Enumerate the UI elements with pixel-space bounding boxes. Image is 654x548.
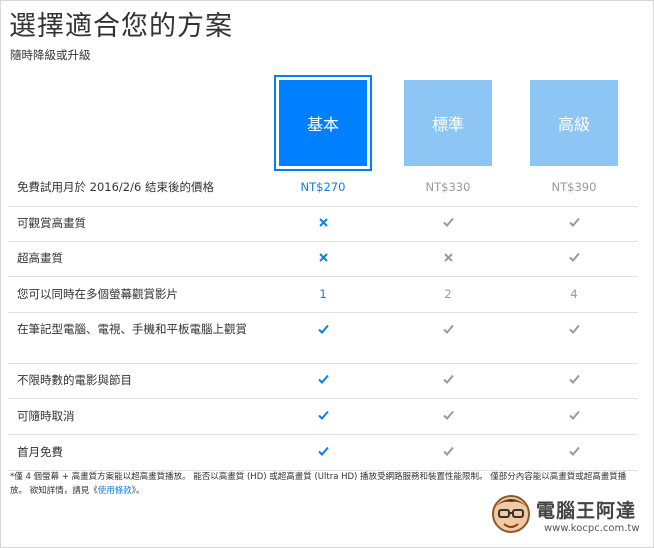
feature-row: 可隨時取消 bbox=[8, 399, 638, 435]
check-icon bbox=[530, 323, 618, 337]
price-row-label: 免費試用月於 2016/2/6 結束後的價格 bbox=[17, 180, 214, 194]
watermark-brand: 電腦王阿達 bbox=[536, 500, 637, 522]
check-icon bbox=[530, 409, 618, 423]
check-icon bbox=[279, 373, 367, 387]
check-icon bbox=[530, 445, 618, 459]
check-icon bbox=[530, 216, 618, 230]
price-row: 免費試用月於 2016/2/6 結束後的價格 NT$270 NT$330 NT$… bbox=[8, 170, 638, 207]
site-watermark: 電腦王阿達 www.kocpc.com.tw bbox=[488, 490, 648, 542]
check-icon bbox=[404, 445, 492, 459]
mascot-logo-icon bbox=[492, 495, 530, 533]
check-icon bbox=[404, 216, 492, 230]
check-icon bbox=[404, 409, 492, 423]
page-subtitle: 隨時降級或升級 bbox=[10, 48, 91, 62]
feature-label: 不限時數的電影與節目 bbox=[17, 373, 132, 387]
price-basic: NT$270 bbox=[300, 180, 346, 194]
check-icon bbox=[530, 373, 618, 387]
feature-label: 首月免費 bbox=[17, 444, 63, 459]
page-title: 選擇適合您的方案 bbox=[9, 11, 233, 42]
feature-label: 超高畫質 bbox=[17, 251, 63, 265]
plan-basic-card[interactable]: 基本 bbox=[274, 75, 372, 171]
check-icon bbox=[530, 251, 618, 265]
price-premium: NT$390 bbox=[551, 180, 597, 194]
feature-row: 首月免費 bbox=[8, 435, 638, 471]
check-icon bbox=[279, 323, 367, 337]
feature-row: 不限時數的電影與節目 bbox=[8, 364, 638, 399]
watermark-url: www.kocpc.com.tw bbox=[544, 523, 640, 534]
feature-row: 超高畫質 bbox=[8, 242, 638, 277]
plan-comparison-table: 免費試用月於 2016/2/6 結束後的價格 NT$270 NT$330 NT$… bbox=[8, 170, 638, 471]
feature-label: 您可以同時在多個螢幕觀賞影片 bbox=[17, 286, 178, 301]
screen-count-standard: 2 bbox=[444, 286, 452, 301]
price-standard: NT$330 bbox=[425, 180, 471, 194]
screen-count-basic: 1 bbox=[319, 286, 327, 301]
check-icon bbox=[279, 409, 367, 423]
feature-label: 可隨時取消 bbox=[17, 408, 75, 423]
footnote-suffix: 》。 bbox=[131, 486, 145, 496]
check-icon bbox=[404, 323, 492, 337]
cross-icon bbox=[404, 251, 492, 265]
cross-icon bbox=[279, 216, 367, 230]
plan-standard-card[interactable]: 標準 bbox=[404, 80, 492, 166]
feature-row: 可觀賞高畫質 bbox=[8, 207, 638, 242]
cross-icon bbox=[279, 251, 367, 265]
feature-row: 您可以同時在多個螢幕觀賞影片 1 2 4 bbox=[8, 277, 638, 313]
check-icon bbox=[404, 373, 492, 387]
check-icon bbox=[279, 445, 367, 459]
feature-label: 可觀賞高畫質 bbox=[17, 216, 86, 230]
feature-row: 在筆記型電腦、電視、手機和平板電腦上觀賞 bbox=[8, 313, 638, 364]
plan-premium-card[interactable]: 高級 bbox=[530, 80, 618, 166]
screen-count-premium: 4 bbox=[570, 286, 578, 301]
terms-of-use-link[interactable]: 使用條款 bbox=[98, 486, 132, 496]
feature-label: 在筆記型電腦、電視、手機和平板電腦上觀賞 bbox=[17, 322, 247, 336]
